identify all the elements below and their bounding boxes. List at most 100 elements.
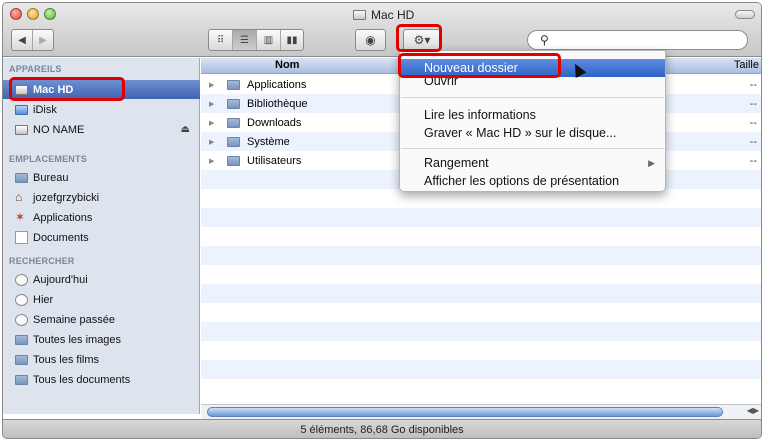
sidebar-item-idisk[interactable]: iDisk <box>15 100 57 119</box>
disk-icon <box>15 124 28 135</box>
sidebar-item-label: NO NAME <box>33 123 85 136</box>
menu-item-burn[interactable]: Graver « Mac HD » sur le disque... <box>400 124 665 142</box>
folder-icon <box>227 98 240 109</box>
highlight-mac-hd <box>9 77 125 101</box>
sidebar-item-label: jozefgrzybicki <box>33 191 100 204</box>
sidebar-item-label: Applications <box>33 211 93 224</box>
clock-icon <box>15 313 28 326</box>
coverflow-view-icon[interactable]: ▮▮ <box>281 30 303 50</box>
zoom-button[interactable] <box>44 8 56 20</box>
sidebar-item-home[interactable]: ⌂ jozefgrzybicki <box>15 188 99 207</box>
horizontal-scrollbar[interactable]: ◀▶ <box>201 404 761 419</box>
menu-separator <box>401 97 664 98</box>
sidebar-item-label: iDisk <box>33 103 57 116</box>
forward-arrow-icon[interactable]: ▶ <box>33 30 53 50</box>
row-size: -- <box>749 116 757 129</box>
sidebar-item-today[interactable]: Aujourd'hui <box>15 270 88 289</box>
menu-item-arrange[interactable]: Rangement ▶ <box>400 154 665 172</box>
clock-icon <box>15 293 28 306</box>
sidebar-section-search: RECHERCHER <box>9 256 75 266</box>
scrollbar-thumb[interactable] <box>207 407 723 417</box>
icon-view-icon[interactable]: ⠿ <box>209 30 233 50</box>
disclosure-triangle-icon[interactable]: ▶ <box>209 157 214 165</box>
row-size: -- <box>749 154 757 167</box>
minimize-button[interactable] <box>27 8 39 20</box>
row-name: Utilisateurs <box>247 154 302 167</box>
empty-row <box>201 208 761 227</box>
status-bar: 5 éléments, 86,68 Go disponibles <box>3 419 761 438</box>
row-name: Système <box>247 135 290 148</box>
window-title-label: Mac HD <box>371 8 415 22</box>
smart-folder-icon <box>15 334 28 345</box>
empty-row <box>201 360 761 379</box>
sidebar-item-label: Aujourd'hui <box>33 273 88 286</box>
sidebar-section-places: EMPLACEMENTS <box>9 154 87 164</box>
sidebar-item-label: Semaine passée <box>33 313 115 326</box>
highlight-action-button <box>396 24 442 52</box>
disclosure-triangle-icon[interactable]: ▶ <box>209 100 214 108</box>
empty-row <box>201 322 761 341</box>
list-view-icon[interactable]: ☰ <box>233 30 257 50</box>
sidebar-item-no-name[interactable]: NO NAME ⏏ <box>15 120 190 139</box>
desktop-icon <box>15 172 28 183</box>
folder-icon <box>227 117 240 128</box>
status-text: 5 éléments, 86,68 Go disponibles <box>300 424 464 436</box>
menu-separator <box>401 148 664 149</box>
scroll-arrows-icon[interactable]: ◀▶ <box>747 406 759 415</box>
applications-icon: ✶ <box>15 210 26 224</box>
window-title: Mac HD <box>353 8 414 22</box>
folder-icon <box>227 79 240 90</box>
sidebar-item-all-documents[interactable]: Tous les documents <box>15 370 130 389</box>
highlight-new-folder <box>398 53 561 78</box>
disclosure-triangle-icon[interactable]: ▶ <box>209 81 214 89</box>
back-arrow-icon[interactable]: ◀ <box>12 30 33 50</box>
sidebar-item-all-images[interactable]: Toutes les images <box>15 330 121 349</box>
row-name: Applications <box>247 78 307 91</box>
column-size-header[interactable]: Taille <box>734 59 759 71</box>
menu-item-view-options[interactable]: Afficher les options de présentation <box>400 172 665 190</box>
sidebar-item-last-week[interactable]: Semaine passée <box>15 310 115 329</box>
close-button[interactable] <box>10 8 22 20</box>
submenu-arrow-icon: ▶ <box>648 157 655 168</box>
sidebar-item-yesterday[interactable]: Hier <box>15 290 53 309</box>
sidebar-item-all-movies[interactable]: Tous les films <box>15 350 99 369</box>
folder-icon <box>227 136 240 147</box>
smart-folder-icon <box>15 374 28 385</box>
column-name-header[interactable]: Nom <box>275 59 299 71</box>
documents-icon <box>15 231 28 244</box>
sidebar-item-applications[interactable]: ✶ Applications <box>15 208 92 227</box>
sidebar-item-bureau[interactable]: Bureau <box>15 168 68 187</box>
sidebar-item-label: Tous les documents <box>33 373 131 386</box>
toolbar-toggle-button[interactable] <box>735 10 755 19</box>
menu-item-get-info[interactable]: Lire les informations <box>400 106 665 124</box>
sidebar-item-label: Documents <box>33 231 89 244</box>
eject-icon[interactable]: ⏏ <box>181 124 190 135</box>
nav-buttons: ◀ ▶ <box>11 29 54 51</box>
sidebar-item-label: Toutes les images <box>33 333 122 346</box>
folder-icon <box>227 155 240 166</box>
magnifier-icon: ⚲ <box>540 33 549 47</box>
clock-icon <box>15 273 28 286</box>
disclosure-triangle-icon[interactable]: ▶ <box>209 138 214 146</box>
sidebar-item-label: Hier <box>33 293 54 306</box>
row-size: -- <box>749 97 757 110</box>
row-name: Bibliothèque <box>247 97 308 110</box>
view-mode-buttons: ⠿ ☰ ▥ ▮▮ <box>208 29 304 51</box>
smart-folder-icon <box>15 354 28 365</box>
row-size: -- <box>749 135 757 148</box>
menu-item-label: Rangement <box>424 156 489 170</box>
empty-row <box>201 246 761 265</box>
quicklook-button[interactable]: ◉ <box>355 29 386 51</box>
empty-row <box>201 284 761 303</box>
idisk-icon <box>15 104 28 115</box>
sidebar-item-documents[interactable]: Documents <box>15 228 89 247</box>
sidebar-item-label: Tous les films <box>33 353 100 366</box>
row-name: Downloads <box>247 116 302 129</box>
disclosure-triangle-icon[interactable]: ▶ <box>209 119 214 127</box>
sidebar-item-label: Bureau <box>33 171 69 184</box>
title-bar: Mac HD ◀ ▶ ⠿ ☰ ▥ ▮▮ ◉ ⚙▾ ⚲ <box>3 3 761 57</box>
search-input[interactable]: ⚲ <box>527 30 748 50</box>
home-icon: ⌂ <box>15 190 23 204</box>
row-size: -- <box>749 78 757 91</box>
column-view-icon[interactable]: ▥ <box>257 30 281 50</box>
